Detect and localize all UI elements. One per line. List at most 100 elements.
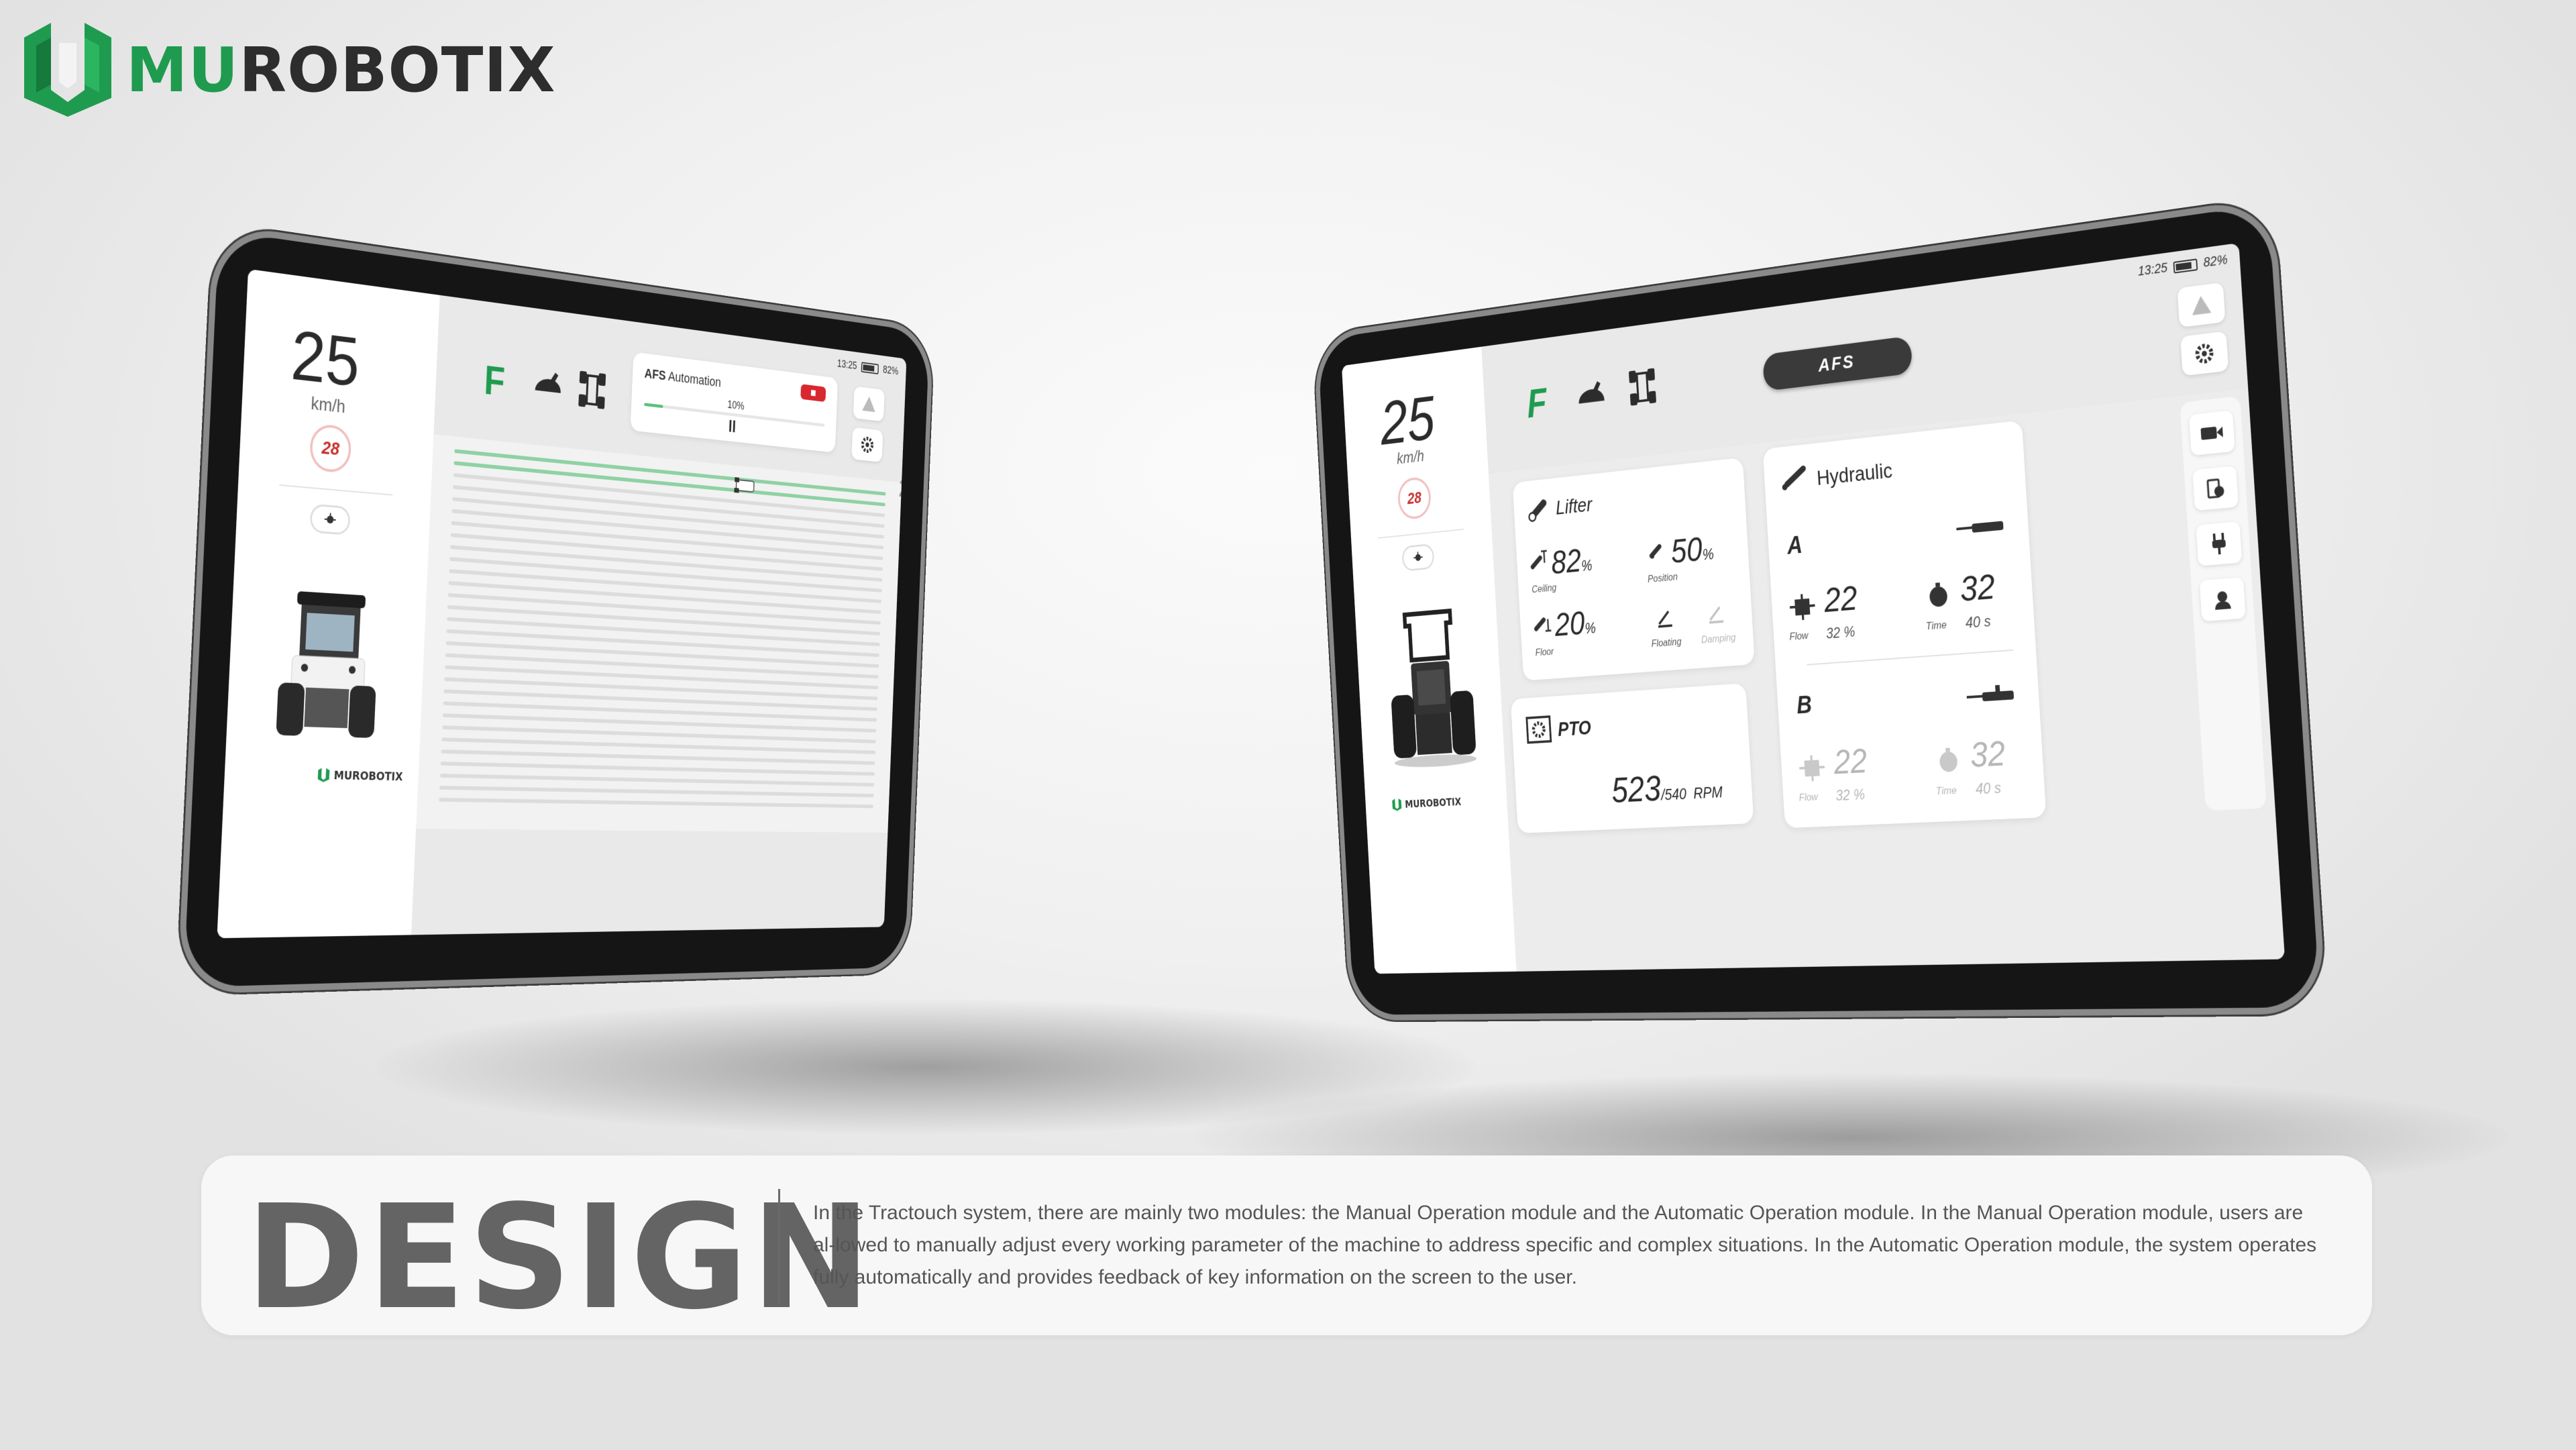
tractor-top-icon[interactable] bbox=[576, 367, 608, 413]
tractor-image bbox=[1391, 603, 1477, 769]
left-status-panel: 25 km/h 28 MUROBOTIX bbox=[1341, 346, 1517, 974]
channel-a-time-sub: 40 s bbox=[1965, 613, 1992, 632]
floating-label[interactable]: Floating bbox=[1651, 635, 1682, 650]
battery-icon bbox=[2173, 258, 2198, 274]
plug-icon bbox=[2209, 531, 2229, 557]
timer-icon bbox=[1929, 582, 1948, 608]
tablet-automatic-mode: 25 km/h 28 MUROBOTIX F AFS Automation 10… bbox=[183, 230, 930, 988]
field-row bbox=[440, 762, 875, 776]
channel-b-time-value: 32 bbox=[1969, 732, 2006, 775]
lifter-title: Lifter bbox=[1555, 493, 1593, 519]
footer-brand: MUROBOTIX bbox=[1392, 795, 1462, 811]
tractor-image bbox=[276, 591, 376, 738]
hydraulic-icon bbox=[1782, 464, 1807, 491]
timer-icon bbox=[1939, 747, 1958, 773]
warning-icon bbox=[2191, 295, 2212, 315]
pto-card: PTO 523/540 RPM bbox=[1510, 683, 1754, 833]
headset-icon bbox=[2214, 590, 2231, 610]
field-row bbox=[439, 798, 873, 809]
rabbit-speed-icon[interactable] bbox=[531, 368, 568, 403]
speed-value: 25 bbox=[1378, 382, 1437, 458]
pto-icon bbox=[1525, 714, 1553, 745]
map-edge-label: 2 bbox=[898, 474, 907, 503]
channel-a-label: A bbox=[1786, 531, 1803, 560]
sprayer-button[interactable] bbox=[1401, 543, 1435, 572]
cylinder-retract-icon[interactable] bbox=[1965, 684, 2017, 706]
settings-button[interactable] bbox=[851, 427, 883, 463]
channel-b-label: B bbox=[1796, 690, 1813, 719]
pause-button[interactable] bbox=[729, 419, 732, 432]
pto-value: 523/540 RPM bbox=[1610, 768, 1723, 811]
murobotix-logo-icon bbox=[1392, 798, 1402, 811]
channel-a-flow-sub: 32 % bbox=[1825, 623, 1856, 643]
damping-label[interactable]: Damping bbox=[1701, 631, 1736, 646]
footer-brand: MUROBOTIX bbox=[317, 768, 403, 784]
channel-a-flow-label: Flow bbox=[1789, 629, 1809, 643]
ceiling-icon[interactable] bbox=[1527, 550, 1548, 572]
tablet-manual-mode: 25 km/h 28 MUROBOTIX F AFS 13:25 82% Lif… bbox=[1317, 204, 2320, 1015]
sprayer-icon bbox=[323, 511, 337, 524]
design-divider bbox=[778, 1189, 780, 1304]
brand-header: MUROBOTIX bbox=[24, 23, 556, 117]
field-row bbox=[453, 461, 885, 507]
progress-label: 10% bbox=[727, 398, 745, 413]
left-status-panel: 25 km/h 28 MUROBOTIX bbox=[217, 268, 440, 939]
support-button[interactable] bbox=[2199, 577, 2246, 622]
lifter-icon bbox=[1525, 498, 1548, 525]
rabbit-speed-icon[interactable] bbox=[1574, 377, 1611, 413]
tractor-top-icon[interactable] bbox=[1627, 364, 1659, 410]
settings-button[interactable] bbox=[2180, 331, 2229, 376]
camera-button[interactable] bbox=[2188, 410, 2235, 456]
divider bbox=[1377, 528, 1464, 539]
channel-a-time-label: Time bbox=[1925, 619, 1947, 633]
progress-fill bbox=[644, 403, 663, 409]
field-map: 2 bbox=[416, 434, 907, 833]
battery-icon bbox=[861, 361, 879, 374]
cylinder-extend-icon[interactable] bbox=[1955, 518, 2006, 538]
fuel-button[interactable] bbox=[2192, 466, 2239, 511]
floor-icon[interactable] bbox=[1532, 612, 1552, 635]
lifter-card: Lifter 82% Ceiling 50% Position 20% Floo… bbox=[1512, 457, 1755, 681]
position-label: Position bbox=[1647, 570, 1678, 585]
warning-button[interactable] bbox=[2177, 282, 2226, 328]
stop-icon bbox=[810, 390, 816, 397]
speed-unit: km/h bbox=[1396, 446, 1425, 468]
floating-icon[interactable] bbox=[1655, 606, 1674, 628]
gear-icon bbox=[860, 435, 875, 454]
sprayer-icon bbox=[1412, 550, 1424, 562]
field-row bbox=[444, 677, 878, 701]
position-icon[interactable] bbox=[1646, 538, 1667, 562]
gear-indicator: F bbox=[1525, 379, 1548, 427]
field-row bbox=[445, 653, 879, 679]
status-bar: 13:25 82% bbox=[837, 357, 899, 377]
content-area: Lifter 82% Ceiling 50% Position 20% Floo… bbox=[1488, 388, 2286, 972]
floor-label: Floor bbox=[1535, 645, 1554, 658]
camera-icon bbox=[2200, 426, 2223, 440]
damping-icon[interactable] bbox=[1706, 602, 1725, 624]
channel-b-flow-value: 22 bbox=[1832, 740, 1868, 782]
warning-button[interactable] bbox=[853, 386, 885, 422]
pause-icon bbox=[729, 419, 732, 432]
power-button[interactable] bbox=[2196, 521, 2243, 566]
channel-a-time-value: 32 bbox=[1959, 566, 1996, 609]
afs-title: AFS Automation bbox=[644, 365, 722, 390]
divider bbox=[279, 484, 393, 496]
murobotix-logo-icon bbox=[24, 23, 111, 117]
afs-button[interactable]: AFS bbox=[1762, 335, 1913, 392]
channel-a-flow-value: 22 bbox=[1823, 578, 1859, 620]
hydraulic-card: Hydraulic A 22 Flow 32 % 32 Time 40 s B … bbox=[1762, 420, 2047, 829]
channel-b-flow-sub: 32 % bbox=[1835, 786, 1866, 805]
channel-b-time-label: Time bbox=[1935, 784, 1957, 798]
ceiling-value: 82% bbox=[1550, 541, 1593, 581]
sprayer-button[interactable] bbox=[309, 503, 351, 535]
stop-button[interactable] bbox=[800, 384, 826, 403]
hydraulic-divider bbox=[1807, 649, 2014, 666]
tablet-screen: 25 km/h 28 MUROBOTIX F AFS 13:25 82% Lif… bbox=[1341, 243, 2286, 974]
field-row bbox=[439, 774, 875, 787]
field-row bbox=[454, 449, 886, 496]
speed-limit-badge: 28 bbox=[309, 423, 352, 474]
murobotix-logo-icon bbox=[317, 768, 330, 782]
flow-icon bbox=[1796, 754, 1827, 784]
design-text: In the Tractouch system, there are mainl… bbox=[813, 1202, 2317, 1288]
flow-icon bbox=[1787, 592, 1818, 623]
